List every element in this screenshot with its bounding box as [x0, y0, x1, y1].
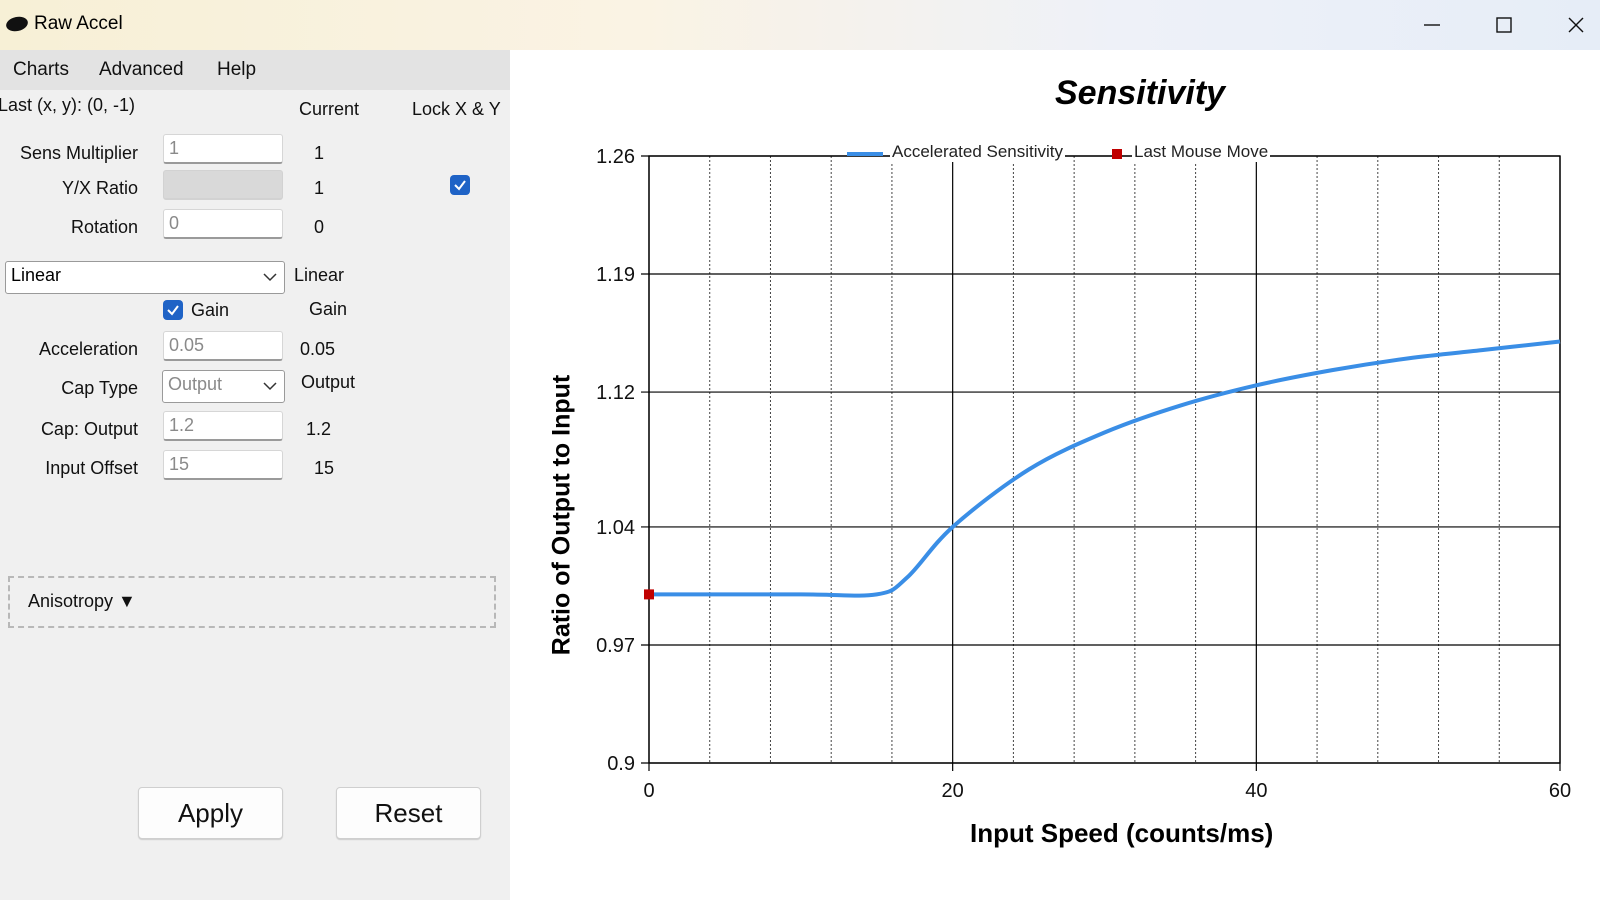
app-icon [4, 14, 30, 34]
menu-advanced[interactable]: Advanced [99, 59, 184, 81]
y-tick-label: 1.04 [596, 517, 635, 539]
chart-title: Sensitivity [1055, 74, 1226, 112]
chart-area: 0 20 40 60 0.9 0.97 1.04 1.12 1.19 1.26 Sensitivi… [510, 50, 1600, 900]
cap-type-label: Cap Type [61, 378, 138, 398]
gain-checkbox[interactable] [163, 300, 183, 320]
x-tick-label: 40 [1245, 780, 1267, 802]
apply-button[interactable]: Apply [138, 787, 283, 839]
acceleration-input[interactable] [163, 331, 283, 361]
maximize-button[interactable] [1468, 0, 1540, 50]
sens-multiplier-current: 1 [314, 143, 325, 163]
yx-ratio-input[interactable] [163, 170, 283, 200]
window-title: Raw Accel [34, 13, 123, 34]
last-xy-readout: Last (x, y): (0, -1) [0, 95, 136, 115]
cap-output-label: Cap: Output [40, 419, 138, 439]
minimize-icon [1424, 24, 1440, 26]
sens-multiplier-input[interactable] [163, 134, 283, 164]
rotation-current: 0 [314, 217, 325, 237]
acceleration-current: 0.05 [300, 339, 336, 359]
lock-xy-header: Lock X & Y [412, 99, 501, 119]
rotation-label: Rotation [70, 217, 138, 237]
accelerated-sensitivity-line [649, 339, 1561, 598]
y-tick-label: 1.19 [596, 264, 635, 286]
gain-current: Gain [309, 299, 348, 319]
chevron-down-icon [263, 382, 277, 391]
lock-xy-checkbox[interactable] [450, 175, 470, 195]
sensitivity-chart: 0 20 40 60 0.9 0.97 1.04 1.12 1.19 1.26 [596, 146, 1571, 802]
sens-multiplier-label: Sens Multiplier [19, 143, 138, 163]
input-offset-input[interactable] [163, 450, 283, 480]
cap-type-current: Output [301, 372, 356, 392]
anisotropy-toggle[interactable]: Anisotropy ▼ [28, 591, 136, 612]
legend-last-mouse-move: Last Mouse Move [1132, 142, 1271, 162]
current-header: Current [299, 99, 360, 119]
cap-type-dropdown[interactable]: Output [162, 370, 285, 403]
legend-marker-swatch [1112, 149, 1122, 159]
close-icon [1568, 17, 1584, 33]
gain-label: Gain [191, 300, 230, 320]
plot-frame [648, 155, 1561, 764]
y-tick-label: 0.9 [607, 753, 635, 775]
accel-mode-current: Linear [294, 265, 345, 285]
rotation-input[interactable] [163, 209, 283, 239]
legend-line-swatch [847, 152, 883, 156]
y-tick-label: 1.12 [596, 382, 635, 404]
reset-button[interactable]: Reset [336, 787, 481, 839]
x-tick-label: 60 [1549, 780, 1571, 802]
cap-output-current: 1.2 [306, 419, 332, 439]
menu-help[interactable]: Help [217, 59, 256, 81]
cap-type-value: Output [168, 374, 223, 394]
title-bar: Raw Accel [0, 0, 1600, 50]
chart-x-axis-label: Input Speed (counts/ms) [970, 818, 1274, 848]
maximize-icon [1496, 17, 1512, 33]
menu-bar: Charts Advanced Help [0, 50, 510, 90]
yx-ratio-label: Y/X Ratio [61, 178, 138, 198]
input-offset-label: Input Offset [45, 458, 138, 478]
acceleration-label: Acceleration [38, 339, 138, 359]
y-tick-label: 1.26 [596, 146, 635, 168]
menu-charts[interactable]: Charts [13, 59, 69, 81]
cap-output-input[interactable] [163, 411, 283, 441]
chevron-down-icon [263, 273, 277, 282]
checkmark-icon [167, 305, 179, 316]
anisotropy-group[interactable]: Anisotropy ▼ [8, 576, 496, 628]
settings-panel: Last (x, y): (0, -1) Current Lock X & Y … [0, 90, 510, 900]
minimize-button[interactable] [1396, 0, 1468, 50]
chart-y-axis-label: Ratio of Output to Input [547, 374, 576, 656]
y-tick-label: 0.97 [596, 635, 635, 657]
x-tick-label: 0 [643, 780, 654, 802]
input-offset-current: 15 [314, 458, 335, 478]
yx-ratio-current: 1 [314, 178, 325, 198]
checkmark-icon [454, 180, 466, 191]
accel-mode-dropdown[interactable]: Linear [5, 261, 285, 294]
accel-mode-value: Linear [11, 265, 62, 285]
close-button[interactable] [1540, 0, 1600, 50]
x-tick-label: 20 [942, 780, 964, 802]
legend-accelerated-sensitivity: Accelerated Sensitivity [890, 142, 1066, 162]
last-mouse-move-point [644, 589, 654, 600]
